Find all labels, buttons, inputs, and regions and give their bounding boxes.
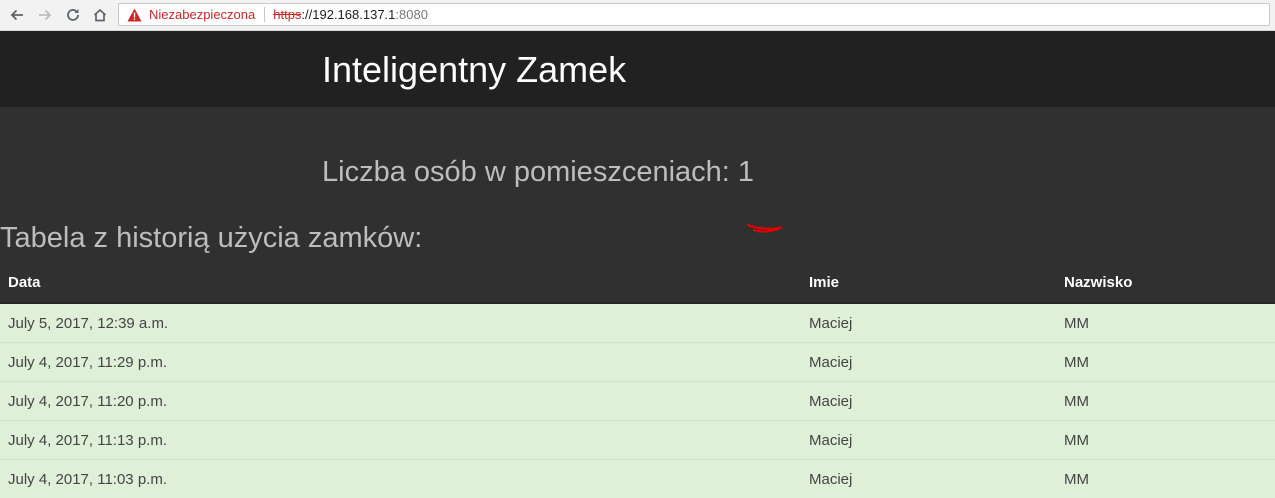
history-table: Data Imie Nazwisko July 5, 2017, 12:39 a… [0, 263, 1275, 498]
cell-name: Maciej [801, 460, 1056, 498]
table-row: July 4, 2017, 11:20 p.m. Maciej MM [0, 382, 1275, 421]
table-row: July 4, 2017, 11:03 p.m. Maciej MM [0, 460, 1275, 498]
cell-surname: MM [1056, 382, 1275, 421]
cell-name: Maciej [801, 421, 1056, 460]
cell-name: Maciej [801, 382, 1056, 421]
cell-date: July 4, 2017, 11:03 p.m. [0, 460, 801, 498]
table-header-row: Data Imie Nazwisko [0, 263, 1275, 303]
security-status[interactable]: Niezabezpieczona [149, 7, 255, 22]
cell-surname: MM [1056, 303, 1275, 343]
cell-surname: MM [1056, 343, 1275, 382]
cell-surname: MM [1056, 421, 1275, 460]
table-row: July 5, 2017, 12:39 a.m. Maciej MM [0, 303, 1275, 343]
cell-name: Maciej [801, 303, 1056, 343]
reload-icon[interactable] [62, 4, 84, 26]
page-body: Inteligentny Zamek Liczba osób w pomiesz… [0, 31, 1275, 473]
home-icon[interactable] [89, 4, 111, 26]
cell-surname: MM [1056, 460, 1275, 498]
forward-icon[interactable] [34, 4, 56, 26]
url-port: :8080 [395, 7, 428, 22]
cell-name: Maciej [801, 343, 1056, 382]
url-scheme: https [273, 7, 301, 22]
cell-date: July 4, 2017, 11:20 p.m. [0, 382, 801, 421]
app-title: Inteligentny Zamek [322, 52, 626, 88]
cell-date: July 5, 2017, 12:39 a.m. [0, 303, 801, 343]
url-host: ://192.168.137.1 [301, 7, 395, 22]
cell-date: July 4, 2017, 11:29 p.m. [0, 343, 801, 382]
table-row: July 4, 2017, 11:29 p.m. Maciej MM [0, 343, 1275, 382]
column-header-surname: Nazwisko [1056, 263, 1275, 303]
address-bar[interactable]: Niezabezpieczona https://192.168.137.1:8… [118, 3, 1270, 26]
omnibox-divider [264, 7, 265, 22]
people-count: Liczba osób w pomieszceniach: 1 [322, 158, 754, 187]
app-header: Inteligentny Zamek [0, 31, 1275, 107]
url-text[interactable]: https://192.168.137.1:8080 [273, 7, 428, 22]
table-row: July 4, 2017, 11:13 p.m. Maciej MM [0, 421, 1275, 460]
browser-toolbar: Niezabezpieczona https://192.168.137.1:8… [0, 0, 1275, 31]
red-underline-annotation [746, 221, 786, 235]
column-header-date: Data [0, 263, 801, 303]
back-icon[interactable] [6, 4, 28, 26]
history-title: Tabela z historią użycia zamków: [0, 224, 422, 253]
column-header-name: Imie [801, 263, 1056, 303]
cell-date: July 4, 2017, 11:13 p.m. [0, 421, 801, 460]
warning-icon [127, 7, 143, 23]
